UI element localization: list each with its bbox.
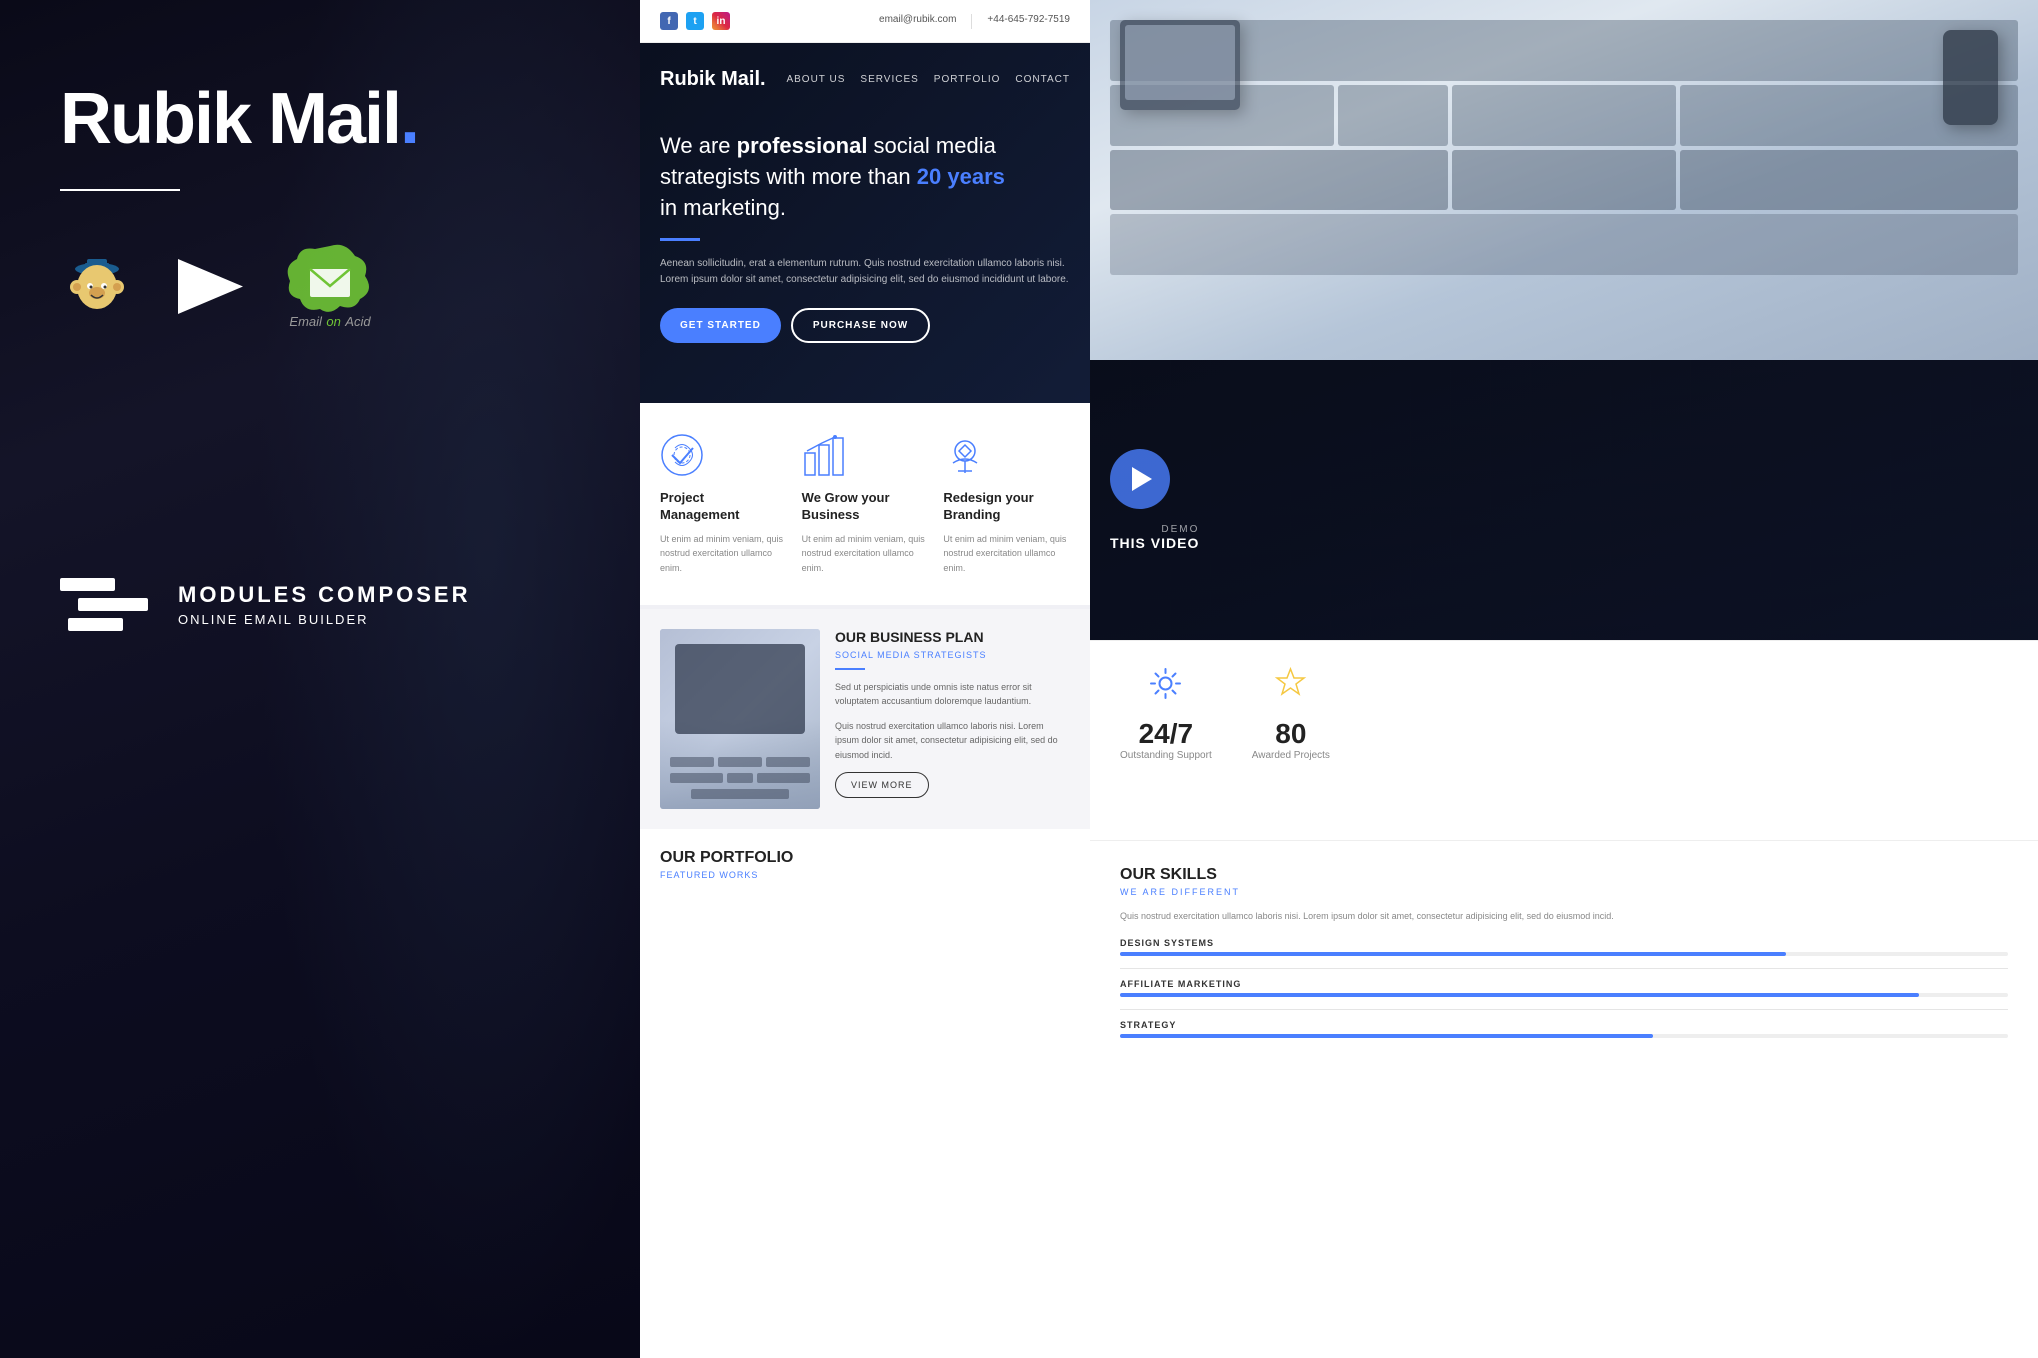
- stat-support-number: 24/7: [1139, 718, 1194, 750]
- skill-strategy-fill: [1120, 1034, 1653, 1038]
- skill-design-track: [1120, 952, 2008, 956]
- video-labels: DEMO THIS VIDEO: [1110, 524, 1199, 551]
- skills-description: Quis nostrud exercitation ullamco labori…: [1120, 909, 2008, 923]
- hero-headline: We are professional social media strateg…: [660, 131, 1070, 223]
- hero-text: We are professional social media strateg…: [660, 131, 1070, 343]
- business-plan-text: OUR BUSINESS PLAN SOCIAL MEDIA STRATEGIS…: [835, 629, 1070, 809]
- grow-business-icon: [802, 433, 847, 478]
- feature-2-title: We Grow your Business: [802, 490, 929, 524]
- nav-portfolio[interactable]: PORTFOLIO: [934, 74, 1001, 85]
- skill-affiliate-track: [1120, 993, 2008, 997]
- brand-dot: .: [400, 79, 418, 159]
- modules-icon: [60, 578, 148, 631]
- redesign-branding-icon: [943, 433, 988, 478]
- logos-row: Email on Acid: [60, 241, 580, 331]
- email-features: Project Management Ut enim ad minim veni…: [640, 403, 1090, 605]
- video-content: DEMO THIS VIDEO: [1090, 360, 2038, 640]
- star-icon: [1273, 666, 1308, 708]
- feature-3-desc: Ut enim ad minim veniam, quis nostrud ex…: [943, 532, 1070, 575]
- top-image-panel: [1090, 0, 2038, 360]
- view-more-button[interactable]: VIEW MORE: [835, 772, 929, 798]
- email-logo: Rubik Mail.: [660, 68, 766, 91]
- twitter-icon[interactable]: t: [686, 12, 704, 30]
- stat-support-label: Outstanding Support: [1120, 750, 1212, 761]
- email-on-acid-logo: Email on Acid: [285, 241, 375, 331]
- email-preview: f t in email@rubik.com +44-645-792-7519 …: [640, 0, 1090, 1358]
- biz-desc-1: Sed ut perspiciatis unde omnis iste natu…: [835, 680, 1070, 709]
- side-panels: DEMO THIS VIDEO 24/7 Outstanding Support: [1090, 0, 2038, 1358]
- modules-text: MODULES COMPOSER ONLINE EMAIL BUILDER: [178, 582, 470, 627]
- skill-design-fill: [1120, 952, 1786, 956]
- gear-icon: [1148, 666, 1183, 708]
- hero-divider: [660, 238, 700, 241]
- demo-label: DEMO: [1110, 524, 1199, 535]
- right-area: f t in email@rubik.com +44-645-792-7519 …: [640, 0, 2038, 1358]
- email-portfolio-section: OUR PORTFOLIO FEATURED WORKS: [640, 829, 1090, 900]
- biz-plan-title: OUR BUSINESS PLAN: [835, 629, 1070, 645]
- portfolio-subtitle: FEATURED WORKS: [660, 870, 1070, 880]
- stat-projects-label: Awarded Projects: [1252, 750, 1330, 761]
- stat-projects-number: 80: [1275, 718, 1306, 750]
- skill-design-systems: DESIGN SYSTEMS: [1120, 938, 2008, 956]
- device-display: [1090, 0, 2038, 360]
- email-address: email@rubik.com: [879, 14, 956, 29]
- feature-1-desc: Ut enim ad minim veniam, quis nostrud ex…: [660, 532, 787, 575]
- project-management-icon: [660, 433, 705, 478]
- play-button[interactable]: [1110, 449, 1170, 509]
- biz-desc-2: Quis nostrud exercitation ullamco labori…: [835, 719, 1070, 762]
- feature-1: Project Management Ut enim ad minim veni…: [660, 433, 787, 575]
- skills-title: OUR SKILLS: [1120, 866, 2008, 884]
- skills-panel: OUR SKILLS WE ARE DIFFERENT Quis nostrud…: [1090, 840, 2038, 1358]
- business-plan-image: [660, 629, 820, 809]
- brand-divider: [60, 189, 180, 191]
- brand-title: Rubik Mail.: [60, 80, 580, 159]
- email-topbar: f t in email@rubik.com +44-645-792-7519: [640, 0, 1090, 43]
- get-started-button[interactable]: GET STARTED: [660, 308, 781, 343]
- instagram-icon[interactable]: in: [712, 12, 730, 30]
- feature-2-desc: Ut enim ad minim veniam, quis nostrud ex…: [802, 532, 929, 575]
- left-panel: Rubik Mail.: [0, 0, 640, 1358]
- hero-buttons: GET STARTED PURCHASE NOW: [660, 308, 1070, 343]
- purchase-now-button[interactable]: PURCHASE NOW: [791, 308, 930, 343]
- video-panel: DEMO THIS VIDEO: [1090, 360, 2038, 640]
- nav-services[interactable]: SERVICES: [860, 74, 918, 85]
- nav-contact[interactable]: CONTACT: [1015, 74, 1070, 85]
- skill-affiliate-fill: [1120, 993, 1919, 997]
- skill-affiliate-marketing: AFFILIATE MARKETING: [1120, 979, 2008, 997]
- skill-strategy-label: STRATEGY: [1120, 1020, 2008, 1030]
- email-nav-links: ABOUT US SERVICES PORTFOLIO CONTACT: [786, 74, 1070, 85]
- stat-support: 24/7 Outstanding Support: [1120, 666, 1212, 761]
- brand-name: Rubik Mail: [60, 79, 400, 159]
- nav-about[interactable]: ABOUT US: [786, 74, 845, 85]
- hero-description: Aenean sollicitudin, erat a elementum ru…: [660, 256, 1070, 288]
- social-icons: f t in: [660, 12, 730, 30]
- biz-plan-subtitle: SOCIAL MEDIA STRATEGISTS: [835, 650, 1070, 660]
- contact-info: email@rubik.com +44-645-792-7519: [879, 14, 1070, 29]
- modules-subtitle: ONLINE EMAIL BUILDER: [178, 612, 470, 627]
- modules-title: MODULES COMPOSER: [178, 582, 470, 608]
- stats-panel: 24/7 Outstanding Support 80 Awarded Proj…: [1090, 640, 2038, 840]
- email-business-section: OUR BUSINESS PLAN SOCIAL MEDIA STRATEGIS…: [640, 609, 1090, 829]
- email-nav: Rubik Mail. ABOUT US SERVICES PORTFOLIO …: [660, 68, 1070, 91]
- modules-section: MODULES COMPOSER ONLINE EMAIL BUILDER: [60, 578, 470, 631]
- skill-design-label: DESIGN SYSTEMS: [1120, 938, 2008, 948]
- facebook-icon[interactable]: f: [660, 12, 678, 30]
- feature-3-title: Redesign your Branding: [943, 490, 1070, 524]
- skills-subtitle: WE ARE DIFFERENT: [1120, 887, 2008, 897]
- stat-projects: 80 Awarded Projects: [1252, 666, 1330, 761]
- skill-strategy: STRATEGY: [1120, 1020, 2008, 1038]
- feature-2: We Grow your Business Ut enim ad minim v…: [802, 433, 929, 575]
- skill-strategy-track: [1120, 1034, 2008, 1038]
- feature-1-title: Project Management: [660, 490, 787, 524]
- feature-3: Redesign your Branding Ut enim ad minim …: [943, 433, 1070, 575]
- skill-affiliate-label: AFFILIATE MARKETING: [1120, 979, 2008, 989]
- portfolio-title: OUR PORTFOLIO: [660, 849, 1070, 867]
- email-hero: Rubik Mail. ABOUT US SERVICES PORTFOLIO …: [640, 43, 1090, 403]
- mailchimp-logo: [60, 249, 135, 324]
- play-triangle-icon: [1132, 467, 1152, 491]
- phone-number: +44-645-792-7519: [987, 14, 1070, 29]
- video-title: THIS VIDEO: [1110, 535, 1199, 551]
- campaign-monitor-logo: [175, 259, 245, 314]
